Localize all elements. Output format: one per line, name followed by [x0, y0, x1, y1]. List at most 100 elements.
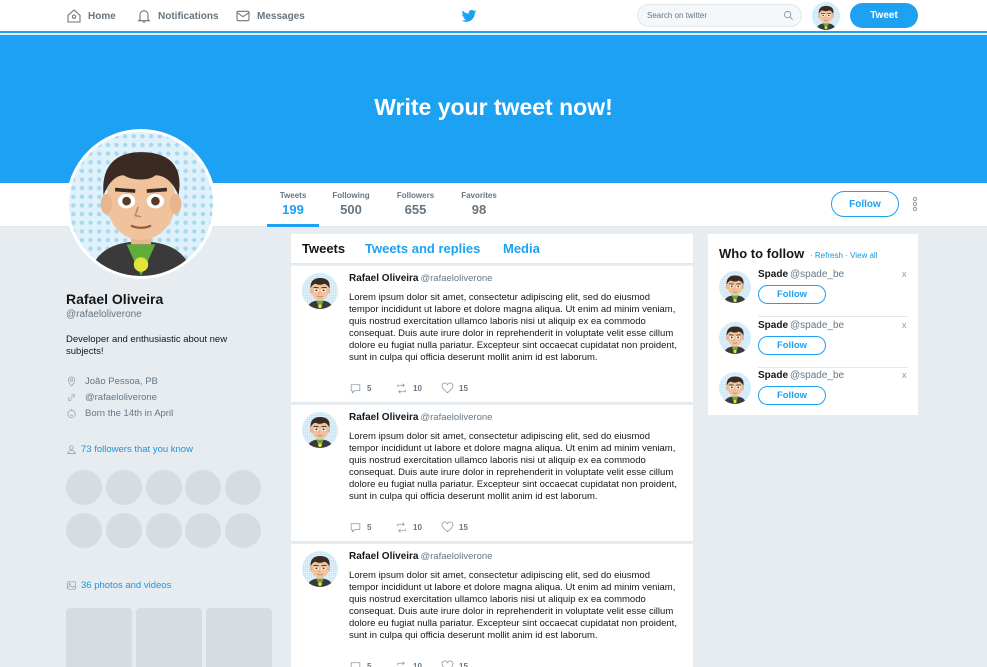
reply-action[interactable]: 5	[349, 660, 395, 667]
follower-avatar[interactable]	[146, 470, 182, 505]
who-to-follow-title: Who to follow	[719, 246, 805, 261]
tab-tweets[interactable]: Tweets	[302, 241, 345, 256]
more-icon[interactable]	[911, 196, 919, 212]
suggestion-user[interactable]: Spade @spade_be	[758, 370, 844, 381]
view-all-link[interactable]: View all	[850, 251, 877, 260]
reply-action[interactable]: 5	[349, 382, 395, 395]
profile-avatar[interactable]	[66, 129, 216, 279]
follower-avatar[interactable]	[185, 513, 221, 548]
suggestion-avatar[interactable]	[719, 271, 751, 303]
tweet-avatar[interactable]	[302, 551, 338, 587]
follow-button[interactable]: Follow	[831, 191, 899, 217]
suggestion-follow-button[interactable]: Follow	[758, 386, 826, 405]
follower-avatar[interactable]	[146, 513, 182, 548]
retweet-action[interactable]: 10	[395, 521, 441, 534]
link-text[interactable]: @rafaeloliverone	[85, 392, 157, 403]
tab-tweets-and-replies[interactable]: Tweets and replies	[365, 241, 480, 256]
tweet-author[interactable]: Rafael Oliveira @rafaeloliverone	[349, 273, 492, 284]
bell-icon	[137, 10, 151, 23]
retweet-action[interactable]: 10	[395, 660, 441, 667]
tweet-author-name[interactable]: Rafael Oliveira	[349, 551, 418, 562]
photos-videos-text[interactable]: 36 photos and videos	[81, 580, 171, 591]
stat-tweets[interactable]: Tweets 199	[267, 191, 319, 227]
suggestion-avatar[interactable]	[719, 322, 751, 354]
follower-avatar[interactable]	[66, 513, 102, 548]
suggestion-user[interactable]: Spade @spade_be	[758, 320, 844, 331]
suggestion-name[interactable]: Spade	[758, 320, 788, 331]
reply-action[interactable]: 5	[349, 521, 395, 534]
media-thumbnail[interactable]	[206, 608, 272, 667]
tweet-author-name[interactable]: Rafael Oliveira	[349, 273, 418, 284]
profile-link[interactable]: @rafaeloliverone	[66, 392, 157, 403]
suggestion-name[interactable]: Spade	[758, 370, 788, 381]
tweet[interactable]: Rafael Oliveira @rafaeloliverone Lorem ip…	[291, 544, 693, 667]
follower-avatar[interactable]	[225, 470, 261, 505]
retweet-count: 10	[413, 384, 422, 393]
tweet-author-name[interactable]: Rafael Oliveira	[349, 412, 418, 423]
retweet-count: 10	[413, 523, 422, 532]
search-input[interactable]	[638, 5, 768, 26]
reply-icon	[350, 384, 361, 394]
tweet-author-handle[interactable]: @rafaeloliverone	[420, 551, 492, 562]
dismiss-button[interactable]: x	[902, 269, 907, 279]
twitter-bird-icon[interactable]	[461, 8, 477, 24]
photos-videos-link[interactable]: 36 photos and videos	[66, 580, 171, 591]
tweet-avatar[interactable]	[302, 273, 338, 309]
suggestion-avatar[interactable]	[719, 372, 751, 404]
suggestion-follow-button[interactable]: Follow	[758, 285, 826, 304]
tweet-author[interactable]: Rafael Oliveira @rafaeloliverone	[349, 551, 492, 562]
follower-avatar[interactable]	[225, 513, 261, 548]
profile-bio: Developer and enthusiastic about new sub…	[66, 334, 228, 357]
like-action[interactable]: 15	[441, 521, 487, 534]
like-count: 15	[459, 384, 468, 393]
followers-you-know-text[interactable]: 73 followers that you know	[81, 444, 193, 455]
stat-followers[interactable]: Followers 655	[393, 191, 438, 217]
suggestion-handle[interactable]: @spade_be	[790, 320, 844, 331]
like-action[interactable]: 15	[441, 660, 487, 667]
search-icon[interactable]	[783, 10, 794, 21]
nav-messages[interactable]: Messages	[235, 7, 305, 25]
search-box[interactable]	[637, 4, 802, 27]
follower-avatar[interactable]	[106, 470, 142, 505]
timeline-tabs: Tweets Tweets and replies Media	[291, 234, 693, 264]
nav-avatar[interactable]	[812, 2, 840, 30]
follower-avatar[interactable]	[106, 513, 142, 548]
tweet-button[interactable]: Tweet	[850, 3, 918, 28]
tweet[interactable]: Rafael Oliveira @rafaeloliverone Lorem ip…	[291, 405, 693, 542]
suggestion-user[interactable]: Spade @spade_be	[758, 269, 844, 280]
follower-avatar[interactable]	[66, 470, 102, 505]
media-thumbnail[interactable]	[66, 608, 132, 667]
profile-handle[interactable]: @rafaeloliverone	[66, 309, 142, 320]
like-action[interactable]: 15	[441, 382, 487, 395]
dismiss-button[interactable]: x	[902, 370, 907, 380]
dismiss-button[interactable]: x	[902, 320, 907, 330]
separator: ·	[845, 251, 848, 260]
link-icon	[67, 393, 76, 402]
heart-icon	[441, 660, 454, 667]
tweet-author-handle[interactable]: @rafaeloliverone	[420, 273, 492, 284]
follower-avatar[interactable]	[185, 470, 221, 505]
suggestion-handle[interactable]: @spade_be	[790, 370, 844, 381]
tweet-author[interactable]: Rafael Oliveira @rafaeloliverone	[349, 412, 492, 423]
stat-following[interactable]: Following 500	[329, 191, 373, 217]
reply-count: 5	[367, 662, 372, 667]
photos-icon	[67, 581, 76, 590]
who-to-follow-panel: Who to follow · Refresh · View all Spade…	[708, 234, 918, 415]
suggestion-follow-button[interactable]: Follow	[758, 336, 826, 355]
tweet-author-handle[interactable]: @rafaeloliverone	[420, 412, 492, 423]
media-thumbnail[interactable]	[136, 608, 202, 667]
retweet-icon	[397, 522, 406, 533]
suggestion-handle[interactable]: @spade_be	[790, 269, 844, 280]
followers-you-know-link[interactable]: 73 followers that you know	[66, 444, 193, 455]
nav-notifications[interactable]: Notifications	[136, 7, 219, 25]
suggestion-name[interactable]: Spade	[758, 269, 788, 280]
tweet[interactable]: Rafael Oliveira @rafaeloliverone Lorem ip…	[291, 266, 693, 403]
tweet-avatar[interactable]	[302, 412, 338, 448]
refresh-link[interactable]: Refresh	[815, 251, 843, 260]
nav-messages-label: Messages	[257, 10, 305, 22]
retweet-action[interactable]: 10	[395, 382, 441, 395]
tab-media[interactable]: Media	[503, 241, 540, 256]
reply-count: 5	[367, 384, 372, 393]
nav-home[interactable]: Home	[66, 7, 116, 25]
stat-favorites[interactable]: Favorites 98	[457, 191, 501, 217]
